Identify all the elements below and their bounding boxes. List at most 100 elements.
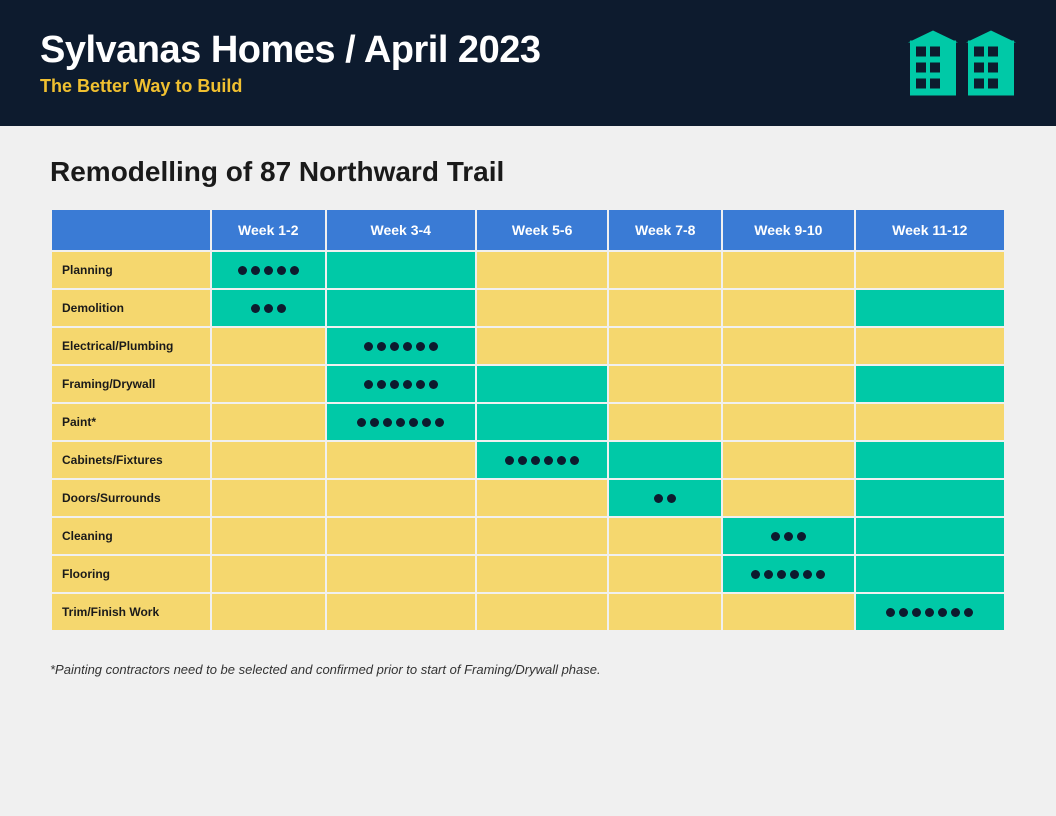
cell-7-4 xyxy=(722,517,854,555)
cell-9-0 xyxy=(211,593,326,631)
cell-9-1 xyxy=(326,593,476,631)
dot-indicator xyxy=(238,266,247,275)
dot-indicator xyxy=(784,532,793,541)
col-header-week9-10: Week 9-10 xyxy=(722,209,854,251)
cell-2-0 xyxy=(211,327,326,365)
cell-0-1 xyxy=(326,251,476,289)
cell-3-4 xyxy=(722,365,854,403)
cell-2-2 xyxy=(476,327,608,365)
cell-2-5 xyxy=(855,327,1005,365)
cell-0-0 xyxy=(211,251,326,289)
row-label-5: Cabinets/Fixtures xyxy=(51,441,211,479)
cell-8-3 xyxy=(608,555,722,593)
cell-1-1 xyxy=(326,289,476,327)
cell-1-4 xyxy=(722,289,854,327)
cell-3-3 xyxy=(608,365,722,403)
dot-indicator xyxy=(390,380,399,389)
dot-indicator xyxy=(377,342,386,351)
table-row: Trim/Finish Work xyxy=(51,593,1005,631)
dot-indicator xyxy=(790,570,799,579)
dot-indicator xyxy=(264,304,273,313)
dot-indicator xyxy=(764,570,773,579)
dot-indicator xyxy=(912,608,921,617)
section-title: Remodelling of 87 Northward Trail xyxy=(50,156,1006,188)
dot-indicator xyxy=(654,494,663,503)
cell-1-0 xyxy=(211,289,326,327)
cell-1-3 xyxy=(608,289,722,327)
dot-indicator xyxy=(290,266,299,275)
row-label-7: Cleaning xyxy=(51,517,211,555)
dot-indicator xyxy=(938,608,947,617)
cell-1-5 xyxy=(855,289,1005,327)
dot-indicator xyxy=(505,456,514,465)
cell-5-3 xyxy=(608,441,722,479)
cell-5-0 xyxy=(211,441,326,479)
row-label-6: Doors/Surrounds xyxy=(51,479,211,517)
dot-indicator xyxy=(518,456,527,465)
table-row: Paint* xyxy=(51,403,1005,441)
dot-indicator xyxy=(403,380,412,389)
cell-7-5 xyxy=(855,517,1005,555)
footnote: *Painting contractors need to be selecte… xyxy=(50,662,1006,677)
cell-2-3 xyxy=(608,327,722,365)
cell-0-5 xyxy=(855,251,1005,289)
header-text: Sylvanas Homes / April 2023 The Better W… xyxy=(40,29,540,97)
dot-indicator xyxy=(429,380,438,389)
cell-9-2 xyxy=(476,593,608,631)
cell-4-1 xyxy=(326,403,476,441)
cell-3-2 xyxy=(476,365,608,403)
cell-6-3 xyxy=(608,479,722,517)
cell-5-1 xyxy=(326,441,476,479)
cell-4-4 xyxy=(722,403,854,441)
table-row: Doors/Surrounds xyxy=(51,479,1005,517)
dot-indicator xyxy=(435,418,444,427)
cell-5-2 xyxy=(476,441,608,479)
cell-6-5 xyxy=(855,479,1005,517)
dot-indicator xyxy=(357,418,366,427)
header-subtitle: The Better Way to Build xyxy=(40,76,540,97)
dot-indicator xyxy=(277,304,286,313)
dot-indicator xyxy=(886,608,895,617)
table-row: Flooring xyxy=(51,555,1005,593)
row-label-1: Demolition xyxy=(51,289,211,327)
dot-indicator xyxy=(383,418,392,427)
cell-0-3 xyxy=(608,251,722,289)
header: Sylvanas Homes / April 2023 The Better W… xyxy=(0,0,1056,126)
col-header-week7-8: Week 7-8 xyxy=(608,209,722,251)
dot-indicator xyxy=(416,380,425,389)
col-header-week5-6: Week 5-6 xyxy=(476,209,608,251)
cell-0-4 xyxy=(722,251,854,289)
col-header-week3-4: Week 3-4 xyxy=(326,209,476,251)
row-label-3: Framing/Drywall xyxy=(51,365,211,403)
cell-7-0 xyxy=(211,517,326,555)
dot-indicator xyxy=(771,532,780,541)
dot-indicator xyxy=(667,494,676,503)
cell-9-4 xyxy=(722,593,854,631)
cell-9-5 xyxy=(855,593,1005,631)
dot-indicator xyxy=(797,532,806,541)
dot-indicator xyxy=(251,304,260,313)
building-icon-right xyxy=(966,28,1016,98)
cell-2-4 xyxy=(722,327,854,365)
cell-2-1 xyxy=(326,327,476,365)
dot-indicator xyxy=(390,342,399,351)
dot-indicator xyxy=(751,570,760,579)
dot-indicator xyxy=(964,608,973,617)
row-label-0: Planning xyxy=(51,251,211,289)
row-label-8: Flooring xyxy=(51,555,211,593)
dot-indicator xyxy=(777,570,786,579)
cell-1-2 xyxy=(476,289,608,327)
table-row: Cabinets/Fixtures xyxy=(51,441,1005,479)
dot-indicator xyxy=(544,456,553,465)
dot-indicator xyxy=(403,342,412,351)
dot-indicator xyxy=(557,456,566,465)
dot-indicator xyxy=(531,456,540,465)
cell-6-1 xyxy=(326,479,476,517)
dot-indicator xyxy=(377,380,386,389)
dot-indicator xyxy=(951,608,960,617)
main-content: Remodelling of 87 Northward Trail Week 1… xyxy=(0,126,1056,707)
logo xyxy=(908,28,1016,98)
cell-6-2 xyxy=(476,479,608,517)
dot-indicator xyxy=(803,570,812,579)
cell-3-0 xyxy=(211,365,326,403)
